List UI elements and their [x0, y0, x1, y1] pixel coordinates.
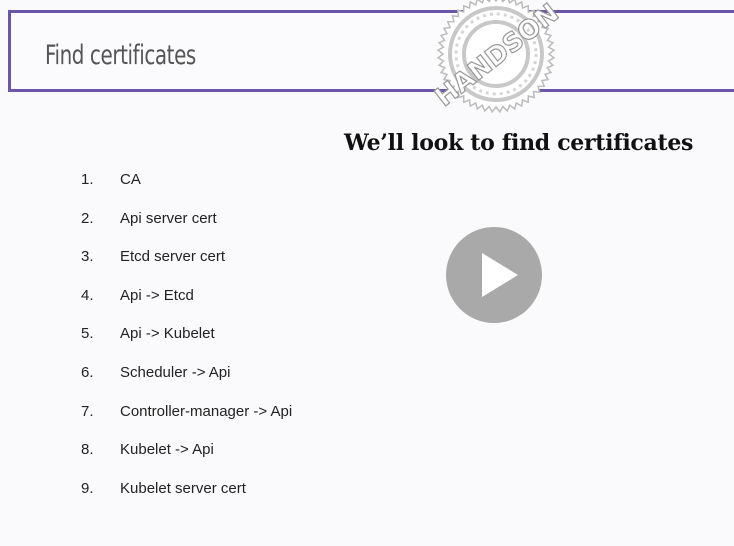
item-number: 9.: [81, 479, 94, 497]
item-text: Api -> Etcd: [120, 286, 194, 304]
item-number: 1.: [81, 171, 94, 188]
item-text: Controller-manager -> Api: [120, 402, 293, 420]
handson-stamp-icon: HANDSON: [429, 0, 565, 113]
play-icon: [482, 253, 518, 297]
item-number: 5.: [81, 325, 94, 343]
slide-title: Find certificates: [45, 40, 196, 71]
slide-heading: We’ll look to find certificates: [344, 130, 694, 156]
item-number: 3.: [81, 248, 94, 266]
item-number: 4.: [81, 286, 94, 304]
item-text: Scheduler -> Api: [120, 363, 231, 381]
item-number: 2.: [81, 209, 94, 227]
item-text: CA: [120, 171, 141, 188]
item-number: 6.: [81, 363, 94, 381]
item-text: Api -> Kubelet: [120, 325, 215, 343]
item-text: Api server cert: [120, 209, 217, 227]
item-number: 7.: [81, 402, 94, 420]
title-box: Find certificates: [8, 10, 734, 92]
item-text: Kubelet -> Api: [120, 441, 214, 459]
item-number: 8.: [81, 441, 94, 459]
play-button[interactable]: [446, 227, 542, 323]
item-text: Etcd server cert: [120, 248, 226, 266]
item-text: Kubelet server cert: [120, 479, 246, 497]
